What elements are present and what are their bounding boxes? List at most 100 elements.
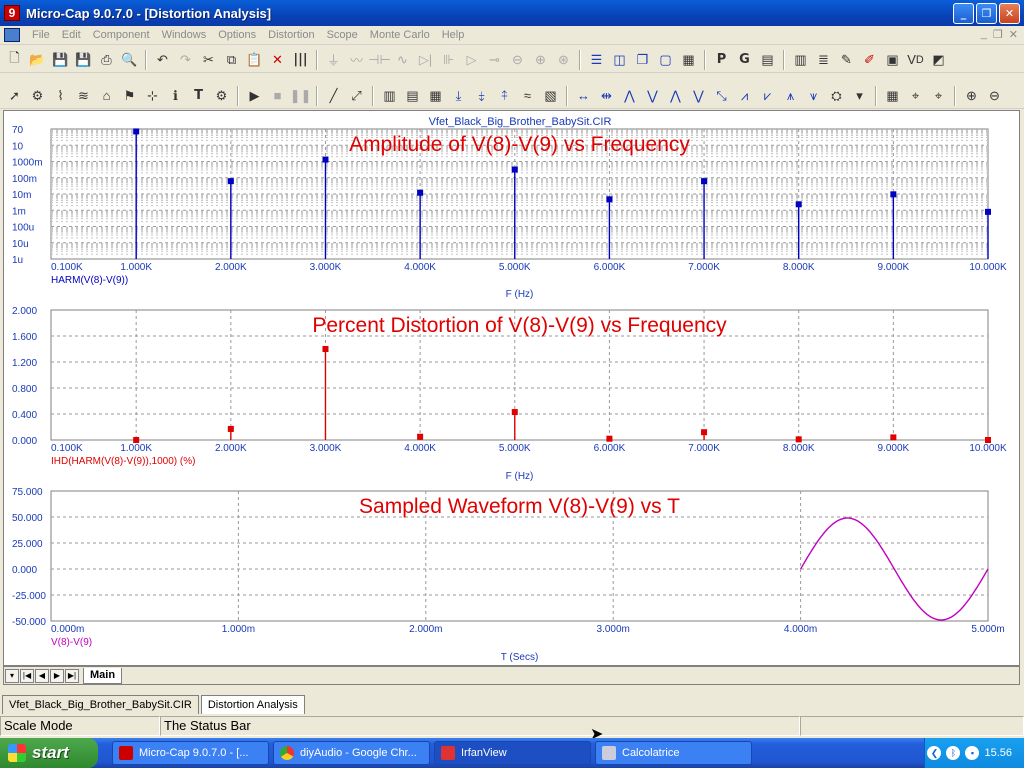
inductor-icon[interactable]: ∿ xyxy=(392,49,413,70)
cut-icon[interactable]: ✂ xyxy=(198,49,219,70)
new-file-icon[interactable]: 🗋 xyxy=(4,49,25,70)
tray-expand-icon[interactable]: ❮ xyxy=(927,746,942,760)
cursor-valley-icon[interactable]: ⤈ xyxy=(471,85,492,106)
scope-icon[interactable]: ◩ xyxy=(928,49,949,70)
grid-minor-icon[interactable]: ▤ xyxy=(402,85,423,106)
network-icon[interactable]: ▪ xyxy=(965,746,980,760)
print-preview-icon[interactable]: 🔍 xyxy=(119,49,140,70)
grid-major-icon[interactable]: ▥ xyxy=(379,85,400,106)
select-arrow-icon[interactable]: ➚ xyxy=(4,85,25,106)
prev-point-icon[interactable]: ⇹ xyxy=(596,85,617,106)
properties-icon[interactable]: ⚙ xyxy=(211,85,232,106)
window-icon[interactable]: ▢ xyxy=(655,49,676,70)
source-icon[interactable]: ⊖ xyxy=(507,49,528,70)
vd-icon[interactable]: VD xyxy=(905,49,926,70)
ground-icon[interactable]: ⏚ xyxy=(323,49,344,70)
tab-circuit-file[interactable]: Vfet_Black_Big_Brother_BabySit.CIR xyxy=(2,695,199,714)
menu-distortion[interactable]: Distortion xyxy=(262,29,320,41)
print-icon[interactable]: ⎙ xyxy=(96,49,117,70)
bottom-icon[interactable]: ⩛ xyxy=(803,85,824,106)
plot-window[interactable]: Vfet_Black_Big_Brother_BabySit.CIR 0.100K… xyxy=(3,110,1020,666)
task-irfanview[interactable]: IrfanView xyxy=(434,741,591,765)
open-folder-icon[interactable]: 📂 xyxy=(27,49,48,70)
global-high-icon[interactable]: ⩘ xyxy=(734,85,755,106)
plot-canvas[interactable]: Vfet_Black_Big_Brother_BabySit.CIR 0.100K… xyxy=(4,111,1019,665)
tab-main[interactable]: Main xyxy=(83,667,123,684)
diode-icon[interactable]: ▷| xyxy=(415,49,436,70)
mdi-close-icon[interactable]: ✕ xyxy=(1009,28,1018,41)
flag-icon[interactable]: ⚑ xyxy=(119,85,140,106)
menu-help[interactable]: Help xyxy=(436,29,471,41)
battery-icon[interactable]: ⊪ xyxy=(438,49,459,70)
resistor-icon[interactable]: 〰 xyxy=(346,49,367,70)
app-icon[interactable]: 9 xyxy=(4,5,20,21)
cascade-icon[interactable]: ❐ xyxy=(632,49,653,70)
first-tab-icon[interactable]: |◀ xyxy=(20,668,34,683)
menu-component[interactable]: Component xyxy=(87,29,156,41)
probe-icon[interactable]: ✎ xyxy=(836,49,857,70)
task-chrome[interactable]: diyAudio - Google Chr... xyxy=(273,741,430,765)
plot-icon[interactable]: ▧ xyxy=(540,85,561,106)
task-microcap[interactable]: Micro-Cap 9.0.7.0 - [... xyxy=(112,741,269,765)
menu-windows[interactable]: Windows xyxy=(156,29,213,41)
menu-monte-carlo[interactable]: Monte Carlo xyxy=(364,29,436,41)
tile-horizontal-icon[interactable]: ☰ xyxy=(586,49,607,70)
zoom-out-icon[interactable]: ⊖ xyxy=(984,85,1005,106)
capacitor-icon[interactable]: ⊣⊢ xyxy=(368,49,391,70)
run-icon[interactable]: ▶ xyxy=(244,85,265,106)
close-button[interactable]: ✕ xyxy=(999,3,1020,24)
netlist-icon[interactable]: ▥ xyxy=(790,49,811,70)
p-button[interactable]: P xyxy=(711,49,732,70)
cursor-high-icon[interactable]: ⤉ xyxy=(494,85,515,106)
switch-icon[interactable]: ⊸ xyxy=(484,49,505,70)
mdi-minimize-icon[interactable]: _ xyxy=(981,28,987,41)
menu-scope[interactable]: Scope xyxy=(321,29,364,41)
list-icon[interactable]: ≣ xyxy=(813,49,834,70)
menu-file[interactable]: File xyxy=(26,29,56,41)
calculator-icon[interactable]: ▦ xyxy=(678,49,699,70)
tag-horizontal-icon[interactable]: ⌖ xyxy=(905,85,926,106)
peak-icon[interactable]: ⋀ xyxy=(619,85,640,106)
line-arrow-icon[interactable]: ⤢ xyxy=(346,85,367,106)
copy-icon[interactable]: ⧉ xyxy=(221,49,242,70)
display-icon[interactable]: ▣ xyxy=(882,49,903,70)
task-calcolatrice[interactable]: Calcolatrice xyxy=(595,741,752,765)
redo-icon[interactable]: ↷ xyxy=(175,49,196,70)
component-mode-icon[interactable]: ⚙ xyxy=(27,85,48,106)
mdi-restore-icon[interactable]: ❐ xyxy=(993,28,1003,41)
info-icon[interactable]: ℹ xyxy=(165,85,186,106)
bluetooth-icon[interactable]: ᛒ xyxy=(946,746,961,760)
top-icon[interactable]: ⩚ xyxy=(780,85,801,106)
prev-tab-icon[interactable]: ◀ xyxy=(35,668,49,683)
barcode-icon[interactable]: ||| xyxy=(290,49,311,70)
next-tab-icon[interactable]: ▶ xyxy=(50,668,64,683)
waveform-library-icon[interactable]: ⛭ xyxy=(826,85,847,106)
dropdown-icon[interactable]: ▾ xyxy=(849,85,870,106)
transistor-icon[interactable]: ⊕ xyxy=(530,49,551,70)
grid-dense-icon[interactable]: ▦ xyxy=(425,85,446,106)
table-icon[interactable]: ▦ xyxy=(882,85,903,106)
start-button[interactable]: start xyxy=(0,738,98,768)
line-tool-icon[interactable]: ╱ xyxy=(323,85,344,106)
global-low-icon[interactable]: ⩗ xyxy=(757,85,778,106)
graphics-icon[interactable]: ⌂ xyxy=(96,85,117,106)
restore-button[interactable]: ❐ xyxy=(976,3,997,24)
tab-distortion-analysis[interactable]: Distortion Analysis xyxy=(200,695,305,714)
save-all-icon[interactable]: 💾 xyxy=(73,49,94,70)
tag-vertical-icon[interactable]: ⌖ xyxy=(928,85,949,106)
pin-icon[interactable]: ⊹ xyxy=(142,85,163,106)
menu-options[interactable]: Options xyxy=(212,29,262,41)
paste-icon[interactable]: 📋 xyxy=(244,49,265,70)
marker-icon[interactable]: ✐ xyxy=(859,49,880,70)
zoom-in-icon[interactable]: ⊕ xyxy=(961,85,982,106)
delete-icon[interactable]: ✕ xyxy=(267,49,288,70)
document-icon[interactable] xyxy=(4,28,20,42)
save-icon[interactable]: 💾 xyxy=(50,49,71,70)
wire-icon[interactable]: ⌇ xyxy=(50,85,71,106)
tile-vertical-icon[interactable]: ◫ xyxy=(609,49,630,70)
low-icon[interactable]: ⋁ xyxy=(688,85,709,106)
stop-icon[interactable]: ■ xyxy=(267,85,288,106)
menu-edit[interactable]: Edit xyxy=(56,29,87,41)
g-button[interactable]: G xyxy=(734,49,755,70)
bus-icon[interactable]: ≋ xyxy=(73,85,94,106)
